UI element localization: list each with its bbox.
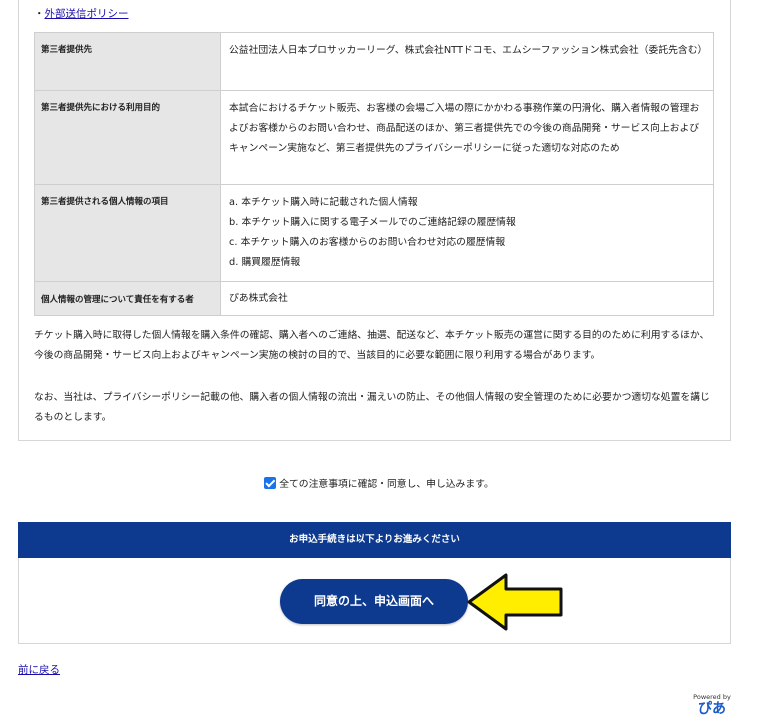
row-value-line: a. 本チケット購入時に記載された個人情報 <box>229 197 418 208</box>
left-arrow-icon <box>467 573 563 631</box>
row-value: a. 本チケット購入時に記載された個人情報 b. 本チケット購入に関する電子メー… <box>220 184 714 282</box>
back-link[interactable]: 前に戻る <box>18 662 60 677</box>
row-value-line: ぴあ株式会社 <box>229 292 288 304</box>
table-row: 第三者提供先 公益社団法人日本プロサッカーリーグ、株式会社NTTドコモ、エムシー… <box>34 32 714 91</box>
apply-banner: お申込手続きは以下よりお進みください <box>18 522 731 558</box>
checkbox-checked-icon[interactable] <box>264 477 277 489</box>
row-value: 本試合におけるチケット販売、お客様の会場ご入場の際にかかわる事務作業の円滑化、購… <box>220 90 714 185</box>
row-header: 第三者提供先における利用目的 <box>34 90 221 185</box>
external-policy-link[interactable]: 外部送信ポリシー <box>45 8 129 20</box>
table-row: 第三者提供される個人情報の項目 a. 本チケット購入時に記載された個人情報 b.… <box>34 184 714 282</box>
row-value-line: 本試合におけるチケット販売、お客様の会場ご入場の際にかかわる事務作業の円滑化、購… <box>229 103 700 154</box>
powered-by-text: Powered by <box>693 693 731 701</box>
powered-by-logo: Powered by ぴあ <box>692 693 732 717</box>
row-header: 個人情報の管理について責任を有する者 <box>34 281 221 316</box>
row-value-line: 公益社団法人日本プロサッカーリーグ、株式会社NTTドコモ、エムシーファッション株… <box>229 45 708 56</box>
table-row: 第三者提供先における利用目的 本試合におけるチケット販売、お客様の会場ご入場の際… <box>34 90 714 185</box>
usage-paragraph: チケット購入時に取得した個人情報を購入条件の確認、購入者へのご連絡、抽選、配送な… <box>34 330 710 361</box>
agree-and-apply-button[interactable]: 同意の上、申込画面へ <box>280 579 468 624</box>
row-value: ぴあ株式会社 <box>220 281 714 316</box>
agree-label[interactable]: 全ての注意事項に確認・同意し、申し込みます。 <box>279 479 494 490</box>
external-policy-row: ・外部送信ポリシー <box>34 6 129 21</box>
row-header: 第三者提供先 <box>34 32 221 91</box>
bullet: ・ <box>34 8 45 20</box>
row-value-line: b. 本チケット購入に関する電子メールでのご連絡記録の履歴情報 <box>229 217 516 228</box>
table-row: 個人情報の管理について責任を有する者 ぴあ株式会社 <box>34 281 714 316</box>
third-party-info-table: 第三者提供先 公益社団法人日本プロサッカーリーグ、株式会社NTTドコモ、エムシー… <box>34 32 714 316</box>
row-header: 第三者提供される個人情報の項目 <box>34 184 221 282</box>
row-value-line: d. 購買履歴情報 <box>229 257 301 268</box>
security-paragraph: なお、当社は、プライバシーポリシー記載の他、購入者の個人情報の流出・漏えいの防止… <box>34 392 710 423</box>
row-value: 公益社団法人日本プロサッカーリーグ、株式会社NTTドコモ、エムシーファッション株… <box>220 32 714 91</box>
agree-row: 全ての注意事項に確認・同意し、申し込みます。 <box>0 476 758 490</box>
pia-logo: ぴあ <box>698 701 726 717</box>
row-value-line: c. 本チケット購入のお客様からのお問い合わせ対応の履歴情報 <box>229 237 506 248</box>
